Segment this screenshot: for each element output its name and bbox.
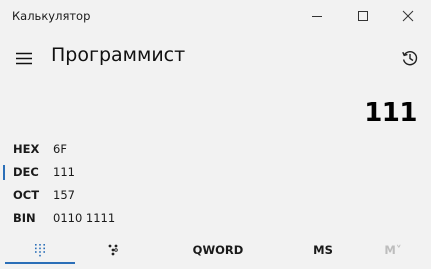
word-size-button[interactable]: QWORD bbox=[180, 236, 256, 264]
radix-value: 6F bbox=[53, 142, 67, 156]
title-bar[interactable]: Калькулятор bbox=[0, 0, 431, 32]
radix-row-oct[interactable]: OCT 157 bbox=[0, 184, 431, 207]
radix-row-dec[interactable]: DEC 111 bbox=[0, 161, 431, 184]
mode-title: Программист bbox=[51, 44, 186, 66]
navigation-menu-button[interactable] bbox=[14, 50, 34, 66]
history-icon bbox=[402, 51, 418, 66]
full-keypad-icon bbox=[35, 244, 45, 257]
selection-indicator bbox=[3, 165, 5, 180]
history-button[interactable] bbox=[400, 48, 420, 68]
result-display: 111 bbox=[364, 98, 417, 128]
radix-label: BIN bbox=[13, 211, 36, 225]
maximize-icon bbox=[358, 11, 368, 21]
bit-toggle-keypad-icon bbox=[108, 244, 118, 256]
memory-list-button[interactable]: M˅ bbox=[370, 236, 416, 264]
radix-label: HEX bbox=[13, 142, 40, 156]
full-keypad-button[interactable] bbox=[5, 236, 75, 264]
radix-value: 157 bbox=[53, 188, 75, 202]
radix-list: HEX 6F DEC 111 OCT 157 BIN 0110 1111 bbox=[0, 138, 431, 230]
close-button[interactable] bbox=[385, 0, 431, 32]
minimize-icon bbox=[312, 16, 322, 17]
calculator-window: Калькулятор Программист 111 HEX 6F DEC 1… bbox=[0, 0, 431, 269]
close-icon bbox=[402, 10, 414, 22]
hamburger-icon bbox=[16, 52, 32, 65]
radix-row-hex[interactable]: HEX 6F bbox=[0, 138, 431, 161]
radix-value: 111 bbox=[53, 165, 75, 179]
app-title: Калькулятор bbox=[12, 9, 91, 23]
bit-toggle-keypad-button[interactable] bbox=[78, 236, 148, 264]
active-tab-indicator bbox=[5, 262, 75, 264]
memory-store-button[interactable]: MS bbox=[300, 236, 346, 264]
radix-value: 0110 1111 bbox=[53, 211, 116, 225]
programmer-toolbar: QWORD MS M˅ bbox=[0, 236, 431, 264]
maximize-button[interactable] bbox=[340, 0, 386, 32]
radix-row-bin[interactable]: BIN 0110 1111 bbox=[0, 207, 431, 230]
calculator-header: Программист bbox=[0, 40, 431, 76]
minimize-button[interactable] bbox=[294, 0, 340, 32]
radix-label: OCT bbox=[13, 188, 40, 202]
radix-label: DEC bbox=[13, 165, 39, 179]
